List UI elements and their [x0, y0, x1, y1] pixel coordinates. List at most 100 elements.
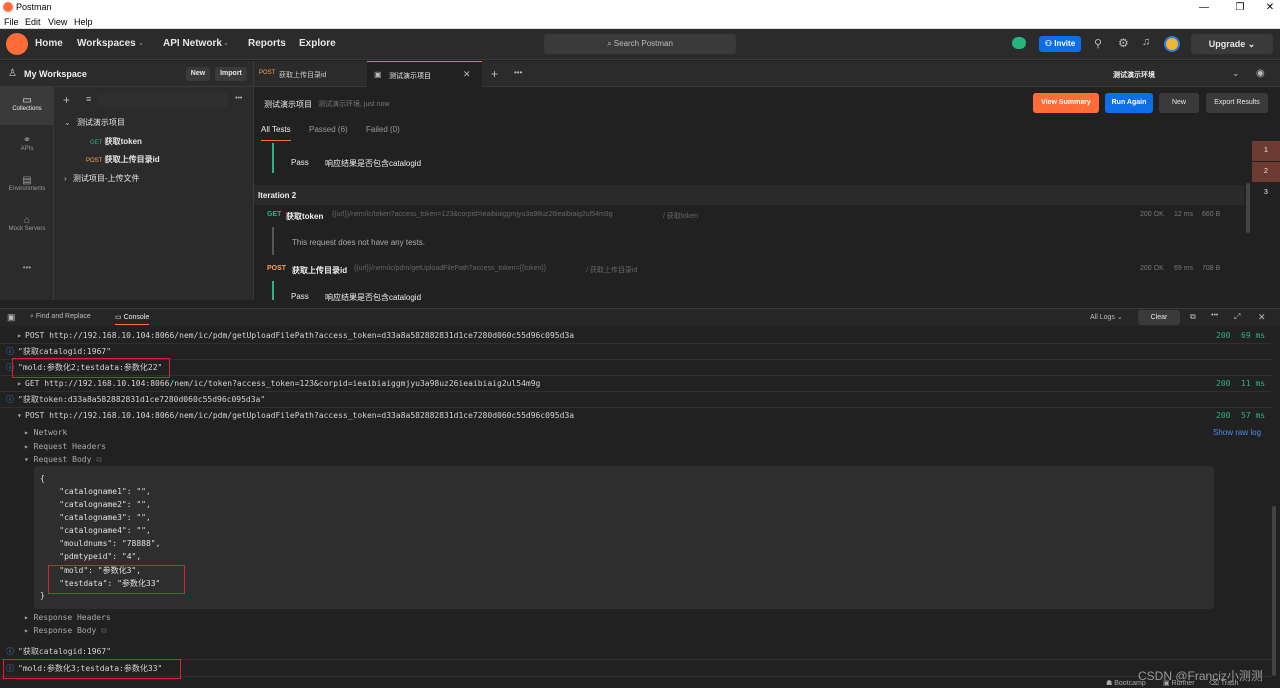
search-input[interactable]: ⌕ Search Postman	[544, 34, 736, 54]
code-line: "pdmtypeid": "4",	[40, 552, 142, 561]
request-headers-toggle[interactable]: ▸ Request Headers	[24, 442, 106, 451]
console-icon: ▭	[115, 314, 124, 321]
nav-workspaces[interactable]: Workspaces	[77, 38, 136, 49]
view-summary-button[interactable]: View Summary	[1033, 93, 1099, 113]
scrollbar[interactable]	[1246, 183, 1250, 233]
chevron-down-icon: ⌄	[223, 40, 229, 47]
highlight-box	[3, 659, 181, 679]
status-badge: 200 OK	[1140, 211, 1164, 218]
avatar[interactable]	[1164, 36, 1180, 52]
tree-item-post-upload[interactable]: POST 获取上传目录id	[86, 154, 250, 168]
satellite-icon[interactable]: ⚲	[1094, 37, 1102, 50]
tab-post-upload[interactable]: POST 获取上传目录id	[254, 61, 364, 87]
add-collection-icon[interactable]: +	[63, 93, 70, 107]
rail-more-icon[interactable]: •••	[0, 263, 54, 272]
log-line-request[interactable]: ▸ GET http://192.168.10.104:8066/nem/ic/…	[0, 376, 1272, 392]
footer-bootcamp[interactable]: ☗ Bootcamp	[1106, 679, 1146, 687]
request-url: {{url}}/nem/ic/pdm/getUploadFilePath?acc…	[354, 265, 547, 272]
close-icon[interactable]: ✕	[463, 69, 471, 80]
response-headers-toggle[interactable]: ▸ Response Headers	[24, 613, 111, 622]
footer-label: Bootcamp	[1114, 680, 1146, 687]
collection-search-input[interactable]	[98, 93, 228, 107]
copy-icon[interactable]: ⧉	[101, 626, 107, 635]
chevron-right-icon: ›	[64, 174, 69, 183]
iteration-item-2[interactable]: 2	[1252, 162, 1280, 182]
new-button[interactable]: New	[186, 67, 210, 81]
tab-console[interactable]: ▭ Console	[115, 313, 150, 325]
close-window-icon[interactable]: ✕	[1252, 0, 1280, 15]
bell-icon[interactable]: ♫	[1142, 36, 1150, 48]
chevron-down-icon[interactable]: ⌄	[1232, 68, 1240, 79]
eye-icon[interactable]: ◉	[1256, 68, 1265, 79]
nav-explore[interactable]: Explore	[299, 38, 336, 49]
clear-button[interactable]: Clear	[1138, 310, 1180, 325]
rail-environments[interactable]: ▤ Environments	[0, 175, 54, 192]
network-toggle[interactable]: ▸ Network	[24, 428, 67, 437]
filter-failed[interactable]: Failed (0)	[366, 125, 400, 134]
runner-icon: ▣	[374, 70, 382, 79]
more-icon[interactable]: •••	[514, 68, 522, 77]
upgrade-button[interactable]: Upgrade ⌄	[1191, 34, 1273, 54]
filter-icon[interactable]: ≡	[86, 94, 91, 104]
tree-item-get-token[interactable]: GET 获取token	[90, 136, 250, 150]
export-results-button[interactable]: Export Results	[1206, 93, 1268, 113]
rail-mock-servers[interactable]: ⌂ Mock Servers	[0, 215, 54, 232]
rail-collections[interactable]: ▭ Collections	[0, 87, 54, 125]
iteration-item-3[interactable]: 3	[1252, 183, 1280, 203]
more-icon[interactable]: •••	[235, 95, 242, 102]
footer-runner[interactable]: ▣ Runner	[1163, 679, 1195, 687]
nav-reports[interactable]: Reports	[248, 38, 286, 49]
copy-icon[interactable]: ⧉	[96, 455, 102, 464]
request-row-post[interactable]: POST 获取上传目录id {{url}}/nem/ic/pdm/getUplo…	[254, 263, 1244, 277]
request-row-get[interactable]: GET 获取token {{url}}/nem/ic/token?access_…	[254, 209, 1244, 223]
iteration-item-1[interactable]: 1	[1252, 141, 1280, 161]
all-logs-select[interactable]: All Logs ⌄	[1090, 313, 1123, 321]
menu-view[interactable]: View	[48, 17, 67, 27]
request-url: {{url}}/nem/ic/token?access_token=123&co…	[332, 211, 613, 218]
footer-trash[interactable]: ⌫ Trash	[1209, 679, 1238, 687]
tab-runner[interactable]: ▣ 测试演示项目 ✕	[367, 61, 482, 87]
log-line-request-expanded[interactable]: ▾ POST http://192.168.10.104:8066/nem/ic…	[0, 408, 1272, 424]
nav-api-network[interactable]: API Network	[163, 38, 222, 49]
log-time: 11 ms	[1241, 379, 1266, 388]
response-body-toggle[interactable]: ▸ Response Body ⧉	[24, 626, 107, 636]
add-tab-icon[interactable]: +	[491, 67, 498, 81]
filter-all-tests[interactable]: All Tests	[261, 125, 291, 141]
import-button[interactable]: Import	[215, 67, 247, 81]
filter-passed[interactable]: Passed (6)	[309, 125, 348, 134]
chevron-down-icon: ▾	[17, 411, 22, 420]
run-again-button[interactable]: Run Again	[1105, 93, 1153, 113]
method-badge: GET	[90, 140, 103, 146]
response-size: 660 B	[1202, 211, 1221, 218]
menu-help[interactable]: Help	[74, 17, 93, 27]
rail-apis[interactable]: ⚭ APIs	[0, 135, 54, 152]
menu-file[interactable]: File	[4, 17, 19, 27]
expand-icon[interactable]: ⤢	[1234, 312, 1240, 322]
log-line-request[interactable]: ▸ POST http://192.168.10.104:8066/nem/ic…	[0, 328, 1272, 344]
sidebar-toggle-icon[interactable]: ▣	[7, 312, 16, 323]
section-label: Network	[33, 428, 68, 437]
copy-icon[interactable]: ⧉	[1190, 312, 1196, 322]
scrollbar[interactable]	[1272, 506, 1276, 676]
workspace-name[interactable]: My Workspace	[24, 69, 87, 79]
code-line: {	[40, 474, 45, 483]
log-text: "获取token:d33a8a582882831d1ce7280d060c55d…	[18, 395, 266, 404]
gear-icon[interactable]: ⚙	[1118, 36, 1129, 50]
environment-select[interactable]: 测试演示环境	[1113, 70, 1155, 80]
runner-icon: ▣	[1163, 680, 1172, 687]
tab-find-replace[interactable]: ⌕ Find and Replace	[30, 313, 91, 321]
sync-icon[interactable]	[1012, 37, 1026, 49]
request-body-toggle[interactable]: ▾ Request Body ⧉	[24, 455, 102, 465]
show-raw-log-link[interactable]: Show raw log	[1213, 428, 1261, 437]
more-icon[interactable]: •••	[1211, 312, 1218, 319]
tree-item-collection[interactable]: ⌄ 测试演示项目	[64, 117, 250, 131]
person-add-icon: ⚇	[1044, 39, 1055, 48]
minimize-icon[interactable]: —	[1186, 0, 1222, 15]
invite-button[interactable]: ⚇ Invite	[1039, 36, 1081, 52]
menu-edit[interactable]: Edit	[25, 17, 41, 27]
new-run-button[interactable]: New	[1159, 93, 1199, 113]
tree-item-collection-2[interactable]: › 测试项目-上传文件	[64, 173, 250, 187]
postman-logo-icon[interactable]	[6, 33, 28, 55]
nav-home[interactable]: Home	[35, 38, 63, 49]
close-icon[interactable]: ✕	[1258, 312, 1266, 323]
